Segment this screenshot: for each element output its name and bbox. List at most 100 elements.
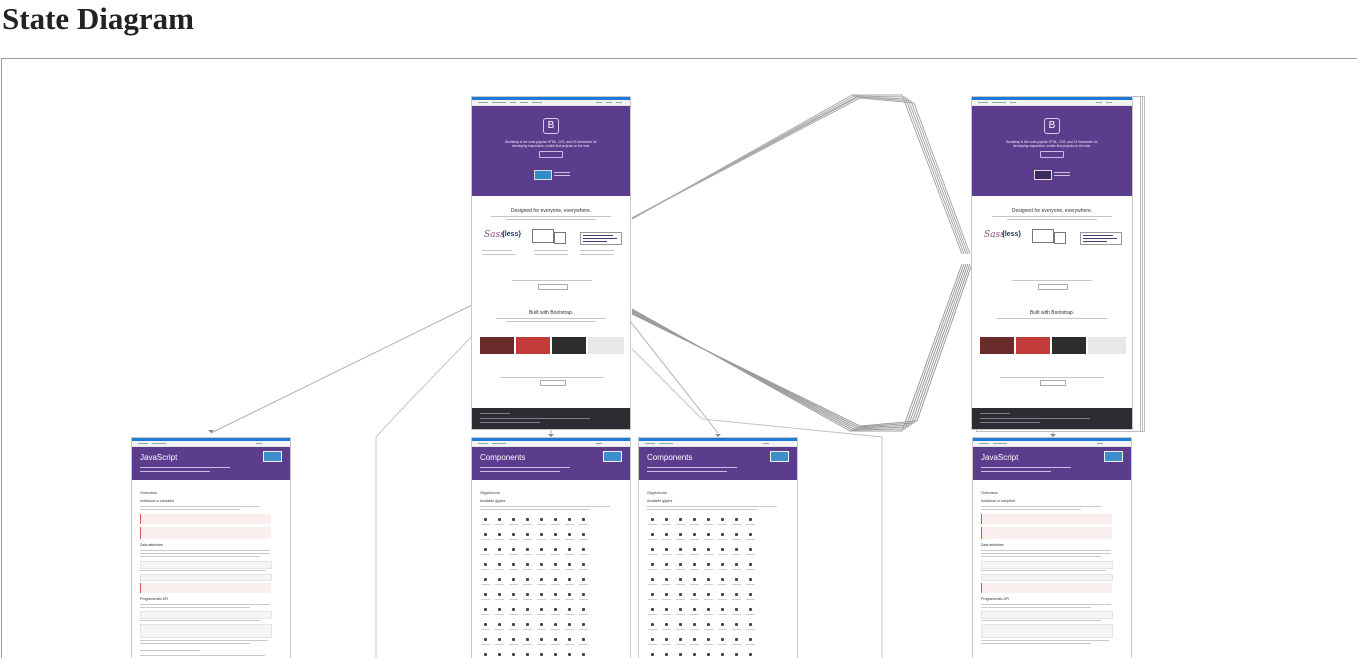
glyph-label [537, 584, 546, 585]
glyph-icon [512, 608, 515, 611]
glyph-icon [651, 623, 654, 626]
glyph-icon [735, 608, 738, 611]
glyph-icon [526, 653, 529, 656]
doc-title: JavaScript [981, 453, 1019, 462]
glyph-icon [651, 593, 654, 596]
glyph-icon [735, 593, 738, 596]
get-started-button[interactable] [538, 284, 568, 290]
glyph-label [537, 644, 546, 645]
state-node-javascript[interactable]: JavaScript Overview Individual or compil… [131, 437, 291, 658]
glyph-label [509, 599, 518, 600]
glyph-icon [735, 638, 738, 641]
glyph-label [579, 599, 588, 600]
glyph-icon [554, 593, 557, 596]
download-button[interactable] [539, 151, 563, 158]
glyph-icon [484, 533, 487, 536]
glyph-label [704, 539, 713, 540]
state-node-components-1[interactable]: Components Glyphicons Available glyphs [471, 437, 631, 658]
glyph-label [551, 584, 560, 585]
glyph-icon [526, 623, 529, 626]
state-node-components-2[interactable]: Components Glyphicons Available glyphs [638, 437, 798, 658]
glyph-icon [749, 593, 752, 596]
footer [472, 408, 630, 429]
glyph-label [648, 524, 657, 525]
explore-button[interactable] [540, 380, 566, 386]
glyph-label [690, 554, 699, 555]
state-diagram-canvas[interactable]: B Bootstrap is the most popular HTML, CS… [1, 58, 1357, 658]
state-node-home[interactable]: B Bootstrap is the most popular HTML, CS… [471, 96, 631, 430]
glyph-label [565, 614, 574, 615]
glyph-label [690, 524, 699, 525]
glyph-label [746, 569, 755, 570]
glyph-label [579, 554, 588, 555]
glyph-label [690, 599, 699, 600]
glyph-label [495, 629, 504, 630]
glyph-icon [749, 578, 752, 581]
glyph-label [509, 569, 518, 570]
glyph-icon [582, 653, 585, 656]
glyph-icon [679, 593, 682, 596]
glyph-icon [582, 548, 585, 551]
glyph-label [579, 584, 588, 585]
glyph-icon [651, 638, 654, 641]
glyph-icon [665, 518, 668, 521]
glyph-icon [568, 653, 571, 656]
glyph-label [495, 614, 504, 615]
edge-home-to-components-2 [629, 320, 719, 434]
glyph-icon [498, 653, 501, 656]
glyph-icon [693, 578, 696, 581]
glyph-icon [693, 548, 696, 551]
glyph-icon [679, 533, 682, 536]
glyph-label [509, 539, 518, 540]
doc-title: Components [480, 453, 526, 462]
glyph-label [718, 644, 727, 645]
glyph-icon [498, 518, 501, 521]
glyph-icon [665, 638, 668, 641]
glyph-icon [707, 608, 710, 611]
glyph-icon [526, 563, 529, 566]
glyph-icon [679, 563, 682, 566]
glyph-label [732, 524, 741, 525]
glyph-icon [540, 608, 543, 611]
glyph-icon [707, 518, 710, 521]
glyph-icon [665, 533, 668, 536]
glyph-icon [526, 638, 529, 641]
glyph-icon [484, 638, 487, 641]
glyph-label [579, 629, 588, 630]
glyph-label [523, 614, 532, 615]
glyph-icon [498, 548, 501, 551]
glyph-label [509, 644, 518, 645]
edge-loop-left [375, 333, 475, 658]
glyph-label [509, 524, 518, 525]
glyph-label [579, 614, 588, 615]
glyph-icon [498, 623, 501, 626]
glyph-icon [679, 548, 682, 551]
glyph-label [676, 584, 685, 585]
glyph-icon [498, 608, 501, 611]
ad-image [263, 451, 282, 462]
glyph-label [523, 539, 532, 540]
glyph-icon [679, 518, 682, 521]
glyph-label [662, 524, 671, 525]
glyph-label [690, 584, 699, 585]
glyph-icon [498, 533, 501, 536]
glyph-label [732, 554, 741, 555]
glyph-label [523, 569, 532, 570]
glyph-label [690, 569, 699, 570]
state-node-home-repeat[interactable]: B Bootstrap is the most popular HTML, CS… [971, 96, 1133, 430]
glyph-label [481, 569, 490, 570]
glyph-label [704, 599, 713, 600]
glyph-icon [526, 608, 529, 611]
glyph-icon [568, 563, 571, 566]
glyph-label [481, 539, 490, 540]
glyph-icon [749, 638, 752, 641]
less-logo: {less} [502, 231, 522, 238]
glyph-icon [707, 638, 710, 641]
glyph-icon [554, 578, 557, 581]
glyph-icon [707, 533, 710, 536]
glyph-label [732, 629, 741, 630]
glyph-icon [512, 548, 515, 551]
glyph-label [648, 569, 657, 570]
state-node-javascript-repeat[interactable]: JavaScript Overview Individual or compil… [972, 437, 1132, 658]
glyph-icon [498, 593, 501, 596]
